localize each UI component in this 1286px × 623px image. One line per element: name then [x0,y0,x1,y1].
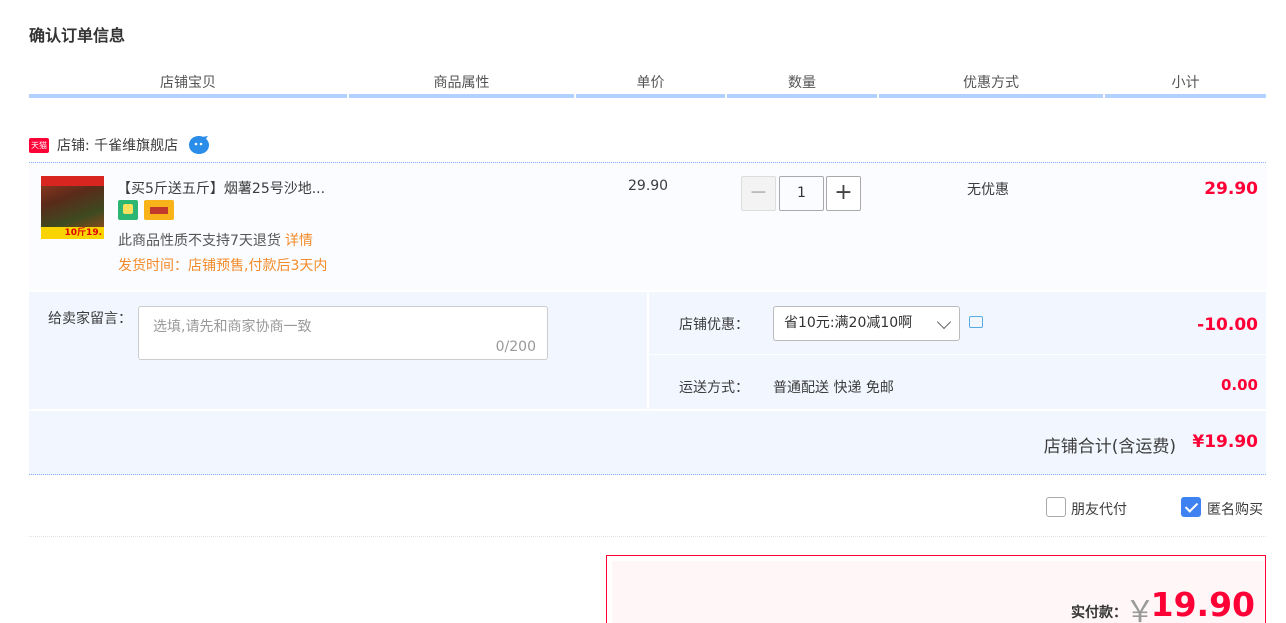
col-header-discount: 优惠方式 [879,72,1103,98]
seller-message-input[interactable]: 选填,请先和商家协商一致 0/200 [138,306,548,360]
shop-promo-select[interactable]: 省10元:满20减10啊 [773,306,960,341]
shop-total-row: 店铺合计(含运费) ¥19.90 [29,411,1266,475]
col-header-subtotal: 小计 [1105,72,1266,98]
friend-pay-checkbox[interactable] [1046,497,1066,517]
anonymous-purchase-checkbox[interactable] [1181,497,1201,517]
seller-message-placeholder: 选填,请先和商家协商一致 [153,319,312,335]
col-header-unit-price: 单价 [576,72,725,98]
shop-promo-label: 店铺优惠： [679,317,749,333]
payment-label: 实付款： [1071,605,1127,621]
quantity-increase-button[interactable]: + [826,176,861,211]
payment-summary: 实付款： ￥ 19.90 [606,555,1266,623]
discount-method: 无优惠 [967,182,1009,198]
order-item-row: 10斤19. 【买5斤送五斤】烟薯25号沙地... 此商品性质不支持7天退货 详情… [29,162,1266,290]
shop-name[interactable]: 店铺: 千雀维旗舰店 [57,135,178,155]
unit-price: 29.90 [628,178,669,194]
shop-promo-row: 店铺优惠： 省10元:满20减10啊 -10.00 [649,292,1266,355]
thumbnail-price-badge: 10斤19. [41,227,104,239]
wangwang-chat-icon[interactable] [188,135,210,155]
table-header: 店铺宝贝 商品属性 单价 数量 优惠方式 小计 [29,72,1266,98]
service-guarantee-icon[interactable] [118,200,138,220]
quantity-input[interactable]: 1 [779,176,824,211]
seller-message-label: 给卖家留言： [48,311,132,327]
seller-message-area: 给卖家留言： 选填,请先和商家协商一致 0/200 [29,292,647,409]
shop-promo-amount: -10.00 [1197,315,1258,335]
service-card-icon[interactable] [144,200,174,220]
return-policy-detail-link[interactable]: 详情 [285,233,313,249]
anonymous-purchase-label[interactable]: 匿名购买 [1207,499,1263,519]
friend-pay-label[interactable]: 朋友代付 [1071,499,1127,519]
return-policy-note: 此商品性质不支持7天退货 详情 [118,233,313,249]
shipping-method: 普通配送 快递 免邮 [773,380,894,396]
col-header-quantity: 数量 [727,72,877,98]
col-header-shop-item: 店铺宝贝 [29,72,347,98]
shipping-row: 运送方式： 普通配送 快递 免邮 0.00 [649,356,1266,409]
promo-shipping-area: 店铺优惠： 省10元:满20减10啊 -10.00 运送方式： 普通配送 快递 … [649,292,1266,409]
col-header-attributes: 商品属性 [349,72,574,98]
item-title[interactable]: 【买5斤送五斤】烟薯25号沙地... [117,178,325,198]
comment-icon[interactable] [969,316,983,328]
seller-message-char-count: 0/200 [495,339,536,355]
payment-amount: 19.90 [1150,585,1255,623]
shipping-label: 运送方式： [679,380,749,396]
tmall-icon: 天猫 [29,137,49,153]
quantity-decrease-button[interactable]: − [741,176,776,211]
page-title: 确认订单信息 [29,26,126,45]
shop-total-amount: ¥19.90 [1192,432,1258,452]
shop-line: 天猫 店铺: 千雀维旗舰店 [29,130,210,160]
ship-time-note: 发货时间：店铺预售,付款后3天内 [118,258,328,274]
item-thumbnail[interactable]: 10斤19. [41,176,104,239]
service-icons [118,200,174,220]
shop-total-label: 店铺合计(含运费) [1043,437,1176,457]
item-subtotal: 29.90 [1204,179,1258,199]
shipping-amount: 0.00 [1220,376,1258,394]
order-options: 朋友代付 匿名购买 [29,478,1266,537]
chevron-down-icon [936,314,952,330]
